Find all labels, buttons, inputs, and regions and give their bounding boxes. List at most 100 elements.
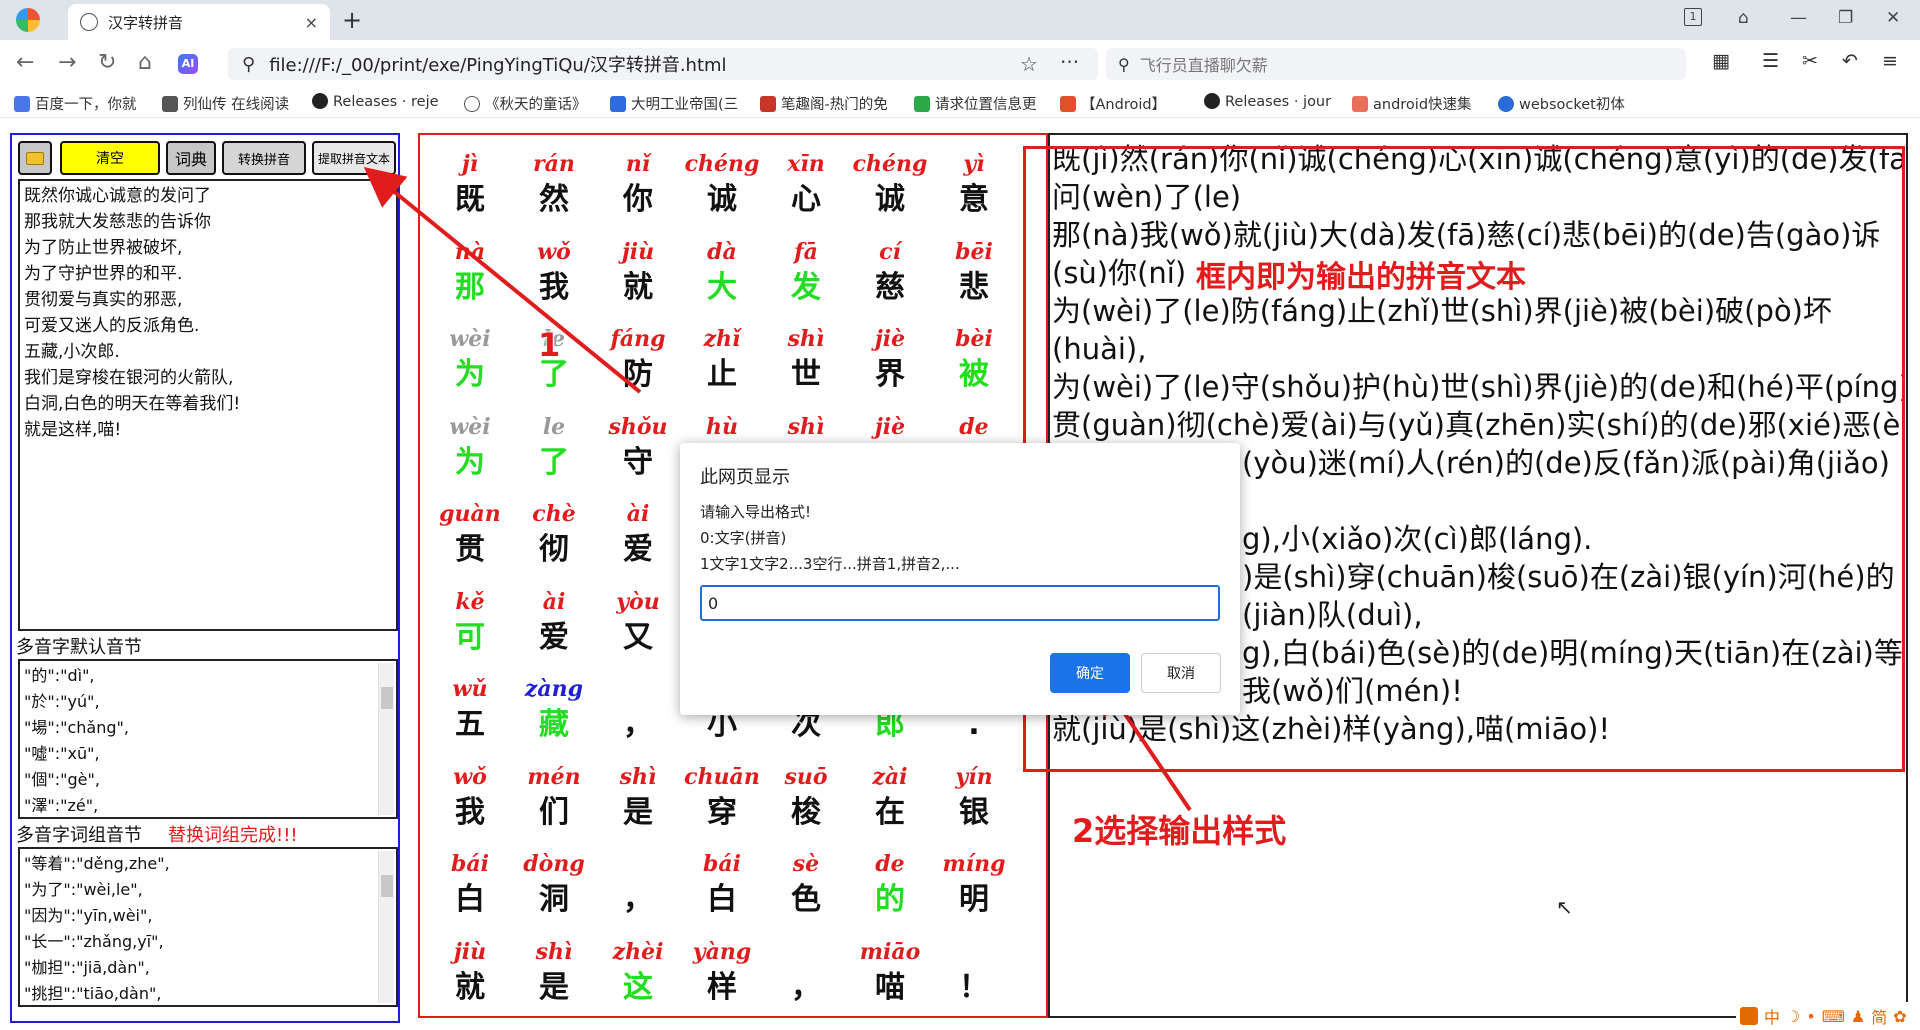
pinyin-cell: shǒu 守 — [596, 412, 680, 484]
pinyin-cell: fā 发 — [764, 237, 848, 309]
bookmark-item[interactable]: Releases · jour — [1204, 93, 1336, 110]
tab-close-icon[interactable]: × — [305, 13, 318, 32]
pinyin-cell: yì 意 — [932, 149, 1016, 221]
pinyin-label: bēi — [955, 238, 993, 265]
pinyin-cell: zài 在 — [848, 762, 932, 834]
more-icon[interactable]: ··· — [1060, 50, 1079, 74]
menu-icon[interactable]: ≡ — [1882, 50, 1898, 72]
tab-active[interactable]: 汉字转拼音 × — [68, 4, 330, 40]
moon-icon[interactable]: ☽ — [1786, 1007, 1800, 1026]
convert-button[interactable]: 转换拼音 — [222, 141, 306, 175]
hanzi-char: 这 — [623, 969, 653, 1005]
annotation-step2: 2选择输出样式 — [1072, 812, 1287, 850]
star-icon[interactable]: ☆ — [1020, 52, 1038, 76]
book-icon — [162, 96, 178, 112]
pinyin-label: jì — [461, 151, 479, 177]
home-icon[interactable]: ⌂ — [138, 50, 152, 75]
input-textarea[interactable]: 既然你诚心诚意的发问了 那我就大发慈悲的告诉你 为了防止世界被破坏, 为了守护世… — [18, 179, 398, 631]
back-icon[interactable]: ← — [16, 50, 34, 75]
annotation-output-note: 框内即为输出的拼音文本 — [1196, 260, 1526, 295]
pinyin-cell: rán 然 — [512, 149, 596, 221]
dict-button[interactable]: 词典 — [166, 141, 216, 175]
favorites-icon[interactable]: ☰ — [1762, 50, 1779, 72]
pinyin-cell: cí 慈 — [848, 237, 932, 309]
bookmark-item[interactable]: android快速集 — [1352, 93, 1484, 114]
pinyin-label: sè — [792, 851, 820, 877]
extract-button[interactable]: 提取拼音文本 — [312, 141, 396, 175]
bookmark-item[interactable]: 笔趣阁-热门的免 — [760, 93, 900, 114]
clear-button[interactable]: 清空 — [60, 141, 160, 175]
pinyin-cell: wèi 为 — [428, 324, 512, 396]
hanzi-char: 在 — [875, 794, 905, 830]
keyboard-icon[interactable]: ⌨ — [1822, 1007, 1845, 1026]
poly-group-label: 多音字词组音节 — [16, 825, 142, 846]
bookmark-item[interactable]: websocket初体 — [1498, 93, 1638, 114]
scroll-thumb[interactable] — [381, 875, 393, 897]
forward-icon[interactable]: → — [58, 50, 76, 75]
bookmark-item[interactable]: 大明工业帝国(三 — [610, 93, 744, 114]
pinyin-label — [596, 849, 680, 879]
hanzi-char: 那 — [455, 269, 485, 305]
restore-icon[interactable]: ❐ — [1838, 8, 1853, 28]
hanzi-char: 又 — [623, 619, 653, 655]
pinyin-cell: chuān 穿 — [680, 762, 764, 834]
github-icon — [312, 93, 328, 109]
scroll-thumb[interactable] — [381, 687, 393, 709]
hanzi-char: 为 — [455, 444, 485, 480]
hanzi-char: 我 — [539, 269, 569, 305]
pinyin-label: de — [875, 851, 905, 877]
scissors-icon[interactable]: ✂ — [1802, 50, 1818, 72]
bookmark-item[interactable]: Releases · reje — [312, 93, 444, 110]
ime-chinese[interactable]: 中 — [1764, 1004, 1780, 1028]
bookmark-item[interactable]: 请求位置信息更 — [914, 93, 1054, 114]
pinyin-label: yì — [963, 151, 985, 177]
c-icon — [1060, 96, 1076, 112]
bookmark-item[interactable]: 列仙传 在线阅读 — [162, 93, 302, 114]
pinyin-label: cí — [879, 238, 901, 265]
pinyin-label: zhǐ — [703, 326, 741, 352]
scrollbar[interactable] — [378, 663, 394, 815]
pinyin-label: bái — [703, 851, 741, 877]
scrollbar[interactable] — [378, 851, 394, 1003]
pinyin-label: le — [542, 413, 566, 440]
hanzi-char: 们 — [539, 794, 569, 830]
reload-icon[interactable]: ↻ — [98, 50, 116, 75]
dialog-option-0: 0:文字(拼音) — [700, 529, 787, 547]
minimize-icon[interactable]: — — [1790, 8, 1807, 28]
folder-button[interactable] — [18, 141, 52, 175]
pinyin-cell: jiè 界 — [848, 324, 932, 396]
poly-group-textarea[interactable]: "等着":"děng,zhe", "为了":"wèi,le", "因为":"yī… — [18, 847, 398, 1007]
apps-icon[interactable]: ▦ — [1712, 50, 1730, 72]
pinyin-label: jiù — [621, 238, 655, 265]
bookmark-item[interactable]: 百度一下，你就 — [14, 93, 144, 114]
ime-simplified[interactable]: 简 — [1871, 1004, 1887, 1028]
dot-icon[interactable]: • — [1806, 1007, 1815, 1026]
pinyin-label: bái — [451, 851, 489, 877]
new-tab-button[interactable]: + — [342, 6, 362, 34]
pinyin-label: miāo — [859, 938, 921, 965]
bookmark-item[interactable]: 【Android】 — [1060, 93, 1190, 114]
ime-tray: 中 ☽ • ⌨ ♟ 简 ✿ — [1736, 1002, 1920, 1030]
search-field[interactable]: ⚲ 飞行员直播聊欠薪 — [1106, 48, 1686, 80]
annotation-step1: 1 — [538, 326, 561, 364]
pinyin-label: jiè — [874, 326, 906, 352]
bookmark-item[interactable]: 《秋天的童话》 — [464, 93, 594, 114]
url-field[interactable]: ⚲ file:///F:/_00/print/exe/PingYingTiQu/… — [228, 48, 1098, 80]
pinyin-label: wèi — [449, 413, 491, 440]
format-input[interactable] — [700, 585, 1220, 621]
gear-icon[interactable]: ✿ — [1893, 1007, 1906, 1026]
tab-count-badge[interactable]: 1 — [1684, 8, 1702, 26]
close-window-icon[interactable]: ✕ — [1886, 8, 1900, 28]
ok-button[interactable]: 确定 — [1050, 653, 1130, 693]
ai-icon[interactable]: AI — [178, 54, 198, 74]
pinyin-label: suō — [784, 763, 828, 790]
ime-logo-icon[interactable] — [1740, 1007, 1758, 1025]
browser-logo-icon[interactable] — [16, 8, 40, 32]
cancel-button[interactable]: 取消 — [1141, 653, 1221, 693]
pinyin-label: wǒ — [537, 238, 571, 265]
undo-icon[interactable]: ↶ — [1842, 50, 1858, 72]
shirt-icon[interactable]: ⌂ — [1738, 8, 1749, 28]
user-icon[interactable]: ♟ — [1851, 1007, 1865, 1026]
poly-default-textarea[interactable]: "的":"dì", "於":"yú", "場":"chǎng", "噓":"xū… — [18, 659, 398, 819]
pinyin-label: ài — [542, 588, 566, 615]
